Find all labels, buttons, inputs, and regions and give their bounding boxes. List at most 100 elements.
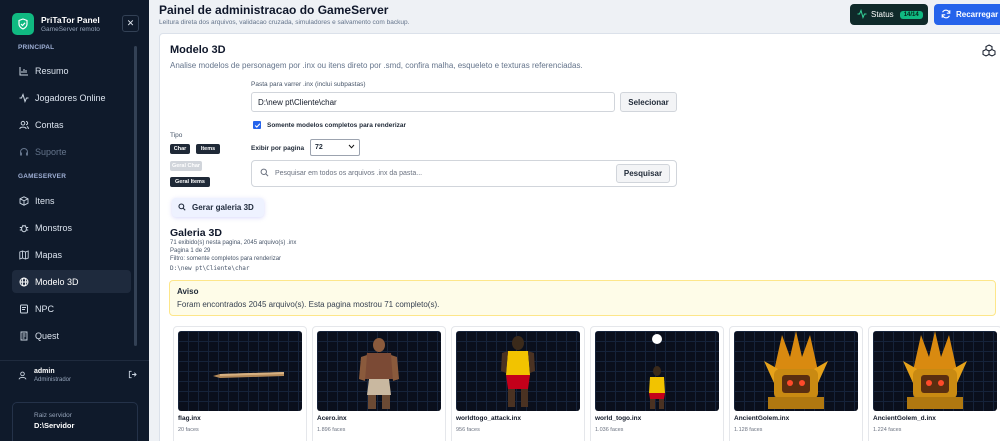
sidebar-item-monstros[interactable]: Monstros	[12, 216, 131, 239]
model-preview	[873, 331, 997, 411]
sidebar-scrollbar[interactable]	[134, 46, 137, 346]
brand: PriTaTor Panel GameServer remoto ✕	[0, 0, 149, 38]
model-name: Acero.inx	[317, 415, 347, 422]
status-button[interactable]: Status 14/14	[850, 4, 928, 25]
globe-icon	[19, 277, 29, 287]
user-info: admin Administrador	[0, 360, 149, 390]
server-root-box: Raiz servidor D:\Servidor	[12, 402, 138, 441]
model-faces: 1.896 faces	[317, 427, 346, 433]
model-preview	[456, 331, 580, 411]
chip-char[interactable]: Char	[170, 144, 190, 154]
model-tile[interactable]: AncientGolem_d.inx 1.224 faces	[868, 326, 1000, 441]
only-complete-checkbox[interactable]	[253, 121, 261, 129]
only-complete-row[interactable]: Somente modelos completos para renderiza…	[253, 121, 406, 129]
alert-text: Foram encontrados 2045 arquivo(s). Esta …	[177, 300, 440, 309]
page-header: Painel de administracao do GameServer Le…	[159, 3, 409, 26]
model-tile[interactable]: Acero.inx 1.896 faces	[312, 326, 446, 441]
path-label: Pasta para varrer .inx (inclui subpastas…	[251, 81, 366, 88]
sidebar-item-label: Modelo 3D	[35, 276, 79, 287]
sidebar-item-label: Mapas	[35, 249, 63, 260]
model-tile[interactable]: world_togo.inx 1.036 faces	[590, 326, 724, 441]
model-tile[interactable]: flag.inx 20 faces	[173, 326, 307, 441]
model-faces: 956 faces	[456, 427, 480, 433]
model-name: flag.inx	[178, 415, 201, 422]
sidebar-item-contas[interactable]: Contas	[12, 113, 131, 136]
sidebar-item-label: Suporte	[35, 146, 67, 157]
search-icon	[260, 168, 269, 179]
sidebar-item-quest[interactable]: Quest	[12, 324, 131, 347]
model3d-title: Modelo 3D	[170, 44, 226, 56]
cubes-icon	[982, 44, 996, 58]
user-role: Administrador	[34, 377, 72, 383]
logout-icon[interactable]	[128, 370, 137, 381]
model-tile[interactable]: worldtogo_attack.inx 956 faces	[451, 326, 585, 441]
model-tile[interactable]: AncientGolem.inx 1.128 faces	[729, 326, 863, 441]
model-faces: 1.036 faces	[595, 427, 624, 433]
model-faces: 20 faces	[178, 427, 199, 433]
chevron-down-icon	[348, 144, 355, 151]
chip-geral-items[interactable]: Geral Items	[170, 177, 210, 187]
map-icon	[19, 249, 29, 260]
per-page-label: Exibir por pagina	[251, 145, 305, 152]
generate-gallery-button[interactable]: Gerar galeria 3D	[172, 198, 264, 217]
model-preview	[734, 331, 858, 411]
reload-label: Recarregar	[956, 10, 999, 19]
reload-button[interactable]: Recarregar	[934, 4, 1000, 25]
status-label: Status	[871, 10, 894, 19]
sidebar-item-suporte[interactable]: Suporte	[12, 140, 131, 163]
model-name: AncientGolem.inx	[734, 415, 790, 422]
sidebar-item-label: Jogadores Online	[35, 92, 106, 103]
user-icon	[18, 367, 27, 385]
chip-items[interactable]: Items	[196, 144, 220, 154]
folder-path-input[interactable]: D:\new pt\Cliente\char	[251, 92, 615, 112]
activity-icon	[19, 92, 29, 103]
warning-alert: Aviso Foram encontrados 2045 arquivo(s).…	[169, 280, 996, 316]
sidebar-item-label: Quest	[35, 330, 60, 341]
bug-icon	[19, 223, 29, 233]
sidebar-item-itens[interactable]: Itens	[12, 189, 131, 212]
type-label: Tipo	[170, 132, 183, 139]
status-badge: 14/14	[899, 10, 923, 19]
model3d-subtitle: Analise modelos de personagem por .inx o…	[170, 61, 583, 70]
sidebar-item-resumo[interactable]: Resumo	[12, 59, 131, 82]
close-sidebar-button[interactable]: ✕	[122, 15, 139, 32]
page-subtitle: Leitura direta dos arquivos, validacao c…	[159, 19, 410, 26]
brand-subtitle: GameServer remoto	[41, 25, 100, 33]
sidebar-item-jogadores[interactable]: Jogadores Online	[12, 86, 131, 109]
chart-icon	[19, 66, 29, 76]
sidebar: PriTaTor Panel GameServer remoto ✕ PRINC…	[0, 0, 149, 441]
model-faces: 1.128 faces	[734, 427, 763, 433]
gallery-meta-page: Pagina 1 de 29	[170, 248, 211, 254]
npc-icon	[19, 304, 29, 314]
sidebar-item-modelo-3d[interactable]: Modelo 3D	[12, 270, 131, 293]
model-preview	[178, 331, 302, 411]
sidebar-item-label: Resumo	[35, 65, 69, 76]
model-preview	[595, 331, 719, 411]
sidebar-item-npc[interactable]: NPC	[12, 297, 131, 320]
brand-title: PriTaTor Panel	[41, 14, 100, 25]
quest-icon	[19, 331, 29, 341]
alert-title: Aviso	[177, 287, 199, 296]
generate-gallery-label: Gerar galeria 3D	[192, 203, 254, 212]
gallery-meta-filter: Filtro: somente completos para renderiza…	[170, 256, 282, 262]
shield-logo-icon	[12, 12, 34, 35]
sidebar-item-label: Monstros	[35, 222, 73, 233]
chip-geral-char[interactable]: Geral Char	[170, 161, 202, 171]
server-root-label: Raiz servidor	[34, 412, 72, 419]
sidebar-item-label: NPC	[35, 303, 55, 314]
search-button[interactable]: Pesquisar	[616, 164, 670, 183]
per-page-select[interactable]: 72	[310, 139, 360, 156]
search-placeholder: Pesquisar em todos os arquivos .inx da p…	[275, 170, 423, 177]
sidebar-item-label: Itens	[35, 195, 55, 206]
sidebar-item-mapas[interactable]: Mapas	[12, 243, 131, 266]
users-icon	[19, 120, 29, 130]
model3d-card: Modelo 3D Analise modelos de personagem …	[159, 33, 1000, 441]
main-area: Painel de administracao do GameServer Le…	[149, 0, 1000, 441]
search-icon	[178, 202, 186, 213]
sidebar-item-label: Contas	[35, 119, 64, 130]
user-name: admin	[34, 368, 55, 375]
gallery-path: D:\new pt\Cliente\char	[170, 265, 250, 272]
model-faces: 1.224 faces	[873, 427, 902, 433]
select-folder-button[interactable]: Selecionar	[620, 92, 677, 112]
search-field[interactable]: Pesquisar em todos os arquivos .inx da p…	[251, 160, 677, 187]
